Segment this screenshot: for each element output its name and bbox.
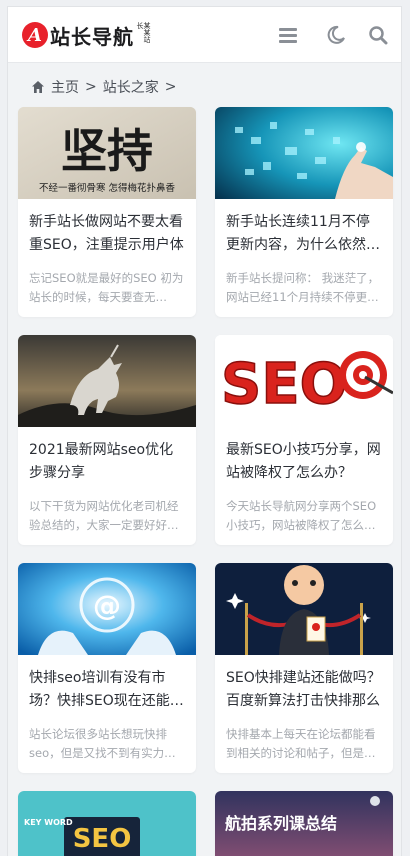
article-card[interactable]: 新手站长连续11月不停更新内容，为什么依然… 新手站长提问称： 我迷茫了，网站已…: [215, 107, 393, 317]
article-card[interactable]: 2021最新网站seo优化步骤分享 以下干货为网站优化老司机经验总结的，大家一定…: [18, 335, 196, 545]
logo-subtext: 某某站长: [136, 22, 151, 43]
breadcrumb: 主页 > 站长之家 >: [31, 77, 182, 97]
article-excerpt: 以下干货为网站优化老司机经验总结的，大家一定要好好…: [29, 499, 179, 532]
site-logo[interactable]: A 站长导航 某某站长: [22, 21, 151, 49]
article-thumbnail[interactable]: @: [18, 563, 196, 655]
search-icon[interactable]: [367, 24, 389, 46]
logo-text: 站长导航: [50, 24, 134, 49]
page-frame: A 站长导航 某某站长 主页 > 站长之家 > 坚持 不经一番彻骨寒 怎得梅花扑…: [7, 6, 402, 856]
article-thumbnail[interactable]: [18, 335, 196, 427]
article-title[interactable]: 新手站长做网站不要太看重SEO，注重提示用户体: [29, 211, 185, 257]
article-card[interactable]: 航拍系列课总结: [215, 791, 393, 856]
moon-icon[interactable]: [325, 24, 347, 46]
article-thumbnail[interactable]: [215, 107, 393, 199]
article-thumbnail[interactable]: [215, 563, 393, 655]
article-card[interactable]: SEO KEY WORD: [18, 791, 196, 856]
article-card[interactable]: SEO 最新SEO小技巧分享，网站被降权了怎么办？ 今天站长导航网分享两个SEO…: [215, 335, 393, 545]
article-card[interactable]: SEO快排建站还能做吗？百度新算法打击快排那么 快排基本上每天在论坛都能看到相关…: [215, 563, 393, 773]
article-excerpt: 今天站长导航网分享两个SEO小技巧，网站被降权了怎么…: [226, 499, 377, 532]
article-title[interactable]: 2021最新网站seo优化步骤分享: [29, 439, 185, 485]
article-excerpt: 站长论坛很多站长想玩快排seo，但是又找不到有实力…: [29, 727, 176, 760]
breadcrumb-separator: >: [85, 79, 97, 95]
thumb-banner-text: 航拍系列课总结: [225, 814, 337, 833]
article-thumbnail[interactable]: SEO KEY WORD: [18, 791, 196, 856]
menu-icon[interactable]: [277, 24, 299, 46]
home-icon: [32, 81, 44, 93]
article-title[interactable]: SEO快排建站还能做吗？百度新算法打击快排那么: [226, 667, 382, 713]
article-title[interactable]: 快排seo培训有没有市场？快排SEO现在还能…: [29, 667, 185, 713]
thumb-subline: 不经一番彻骨寒 怎得梅花扑鼻香: [39, 182, 176, 194]
svg-text:@: @: [93, 589, 121, 622]
logo-badge: A: [22, 22, 48, 48]
thumb-seo-text: SEO: [73, 824, 132, 854]
breadcrumb-category[interactable]: 站长之家: [103, 77, 159, 97]
article-title[interactable]: 新手站长连续11月不停更新内容，为什么依然…: [226, 211, 382, 257]
article-card[interactable]: @ 快排seo培训有没有市场？快排SEO现在还能… 站长论坛很多站长想玩快排se…: [18, 563, 196, 773]
thumb-calligraphy: 坚持: [61, 124, 153, 178]
breadcrumb-separator: >: [164, 79, 177, 95]
thumb-keyword-text: KEY WORD: [24, 818, 73, 827]
article-excerpt: 快排基本上每天在论坛都能看到相关的讨论和帖子，但是…: [226, 727, 376, 760]
article-excerpt: 新手站长提问称： 我迷茫了，网站已经11个月持续不停更…: [226, 271, 380, 304]
article-thumbnail[interactable]: 坚持 不经一番彻骨寒 怎得梅花扑鼻香: [18, 107, 196, 199]
article-title[interactable]: 最新SEO小技巧分享，网站被降权了怎么办？: [226, 439, 382, 485]
top-header: A 站长导航 某某站长: [8, 7, 401, 63]
article-card[interactable]: 坚持 不经一番彻骨寒 怎得梅花扑鼻香 新手站长做网站不要太看重SEO，注重提示用…: [18, 107, 196, 317]
breadcrumb-home[interactable]: 主页: [51, 77, 79, 97]
article-thumbnail[interactable]: 航拍系列课总结: [215, 791, 393, 856]
article-thumbnail[interactable]: SEO: [215, 335, 393, 427]
article-excerpt: 忘记SEO就是最好的SEO 初为站长的时候，每天要查无…: [29, 271, 184, 304]
thumb-seo-text: SEO: [221, 352, 347, 417]
